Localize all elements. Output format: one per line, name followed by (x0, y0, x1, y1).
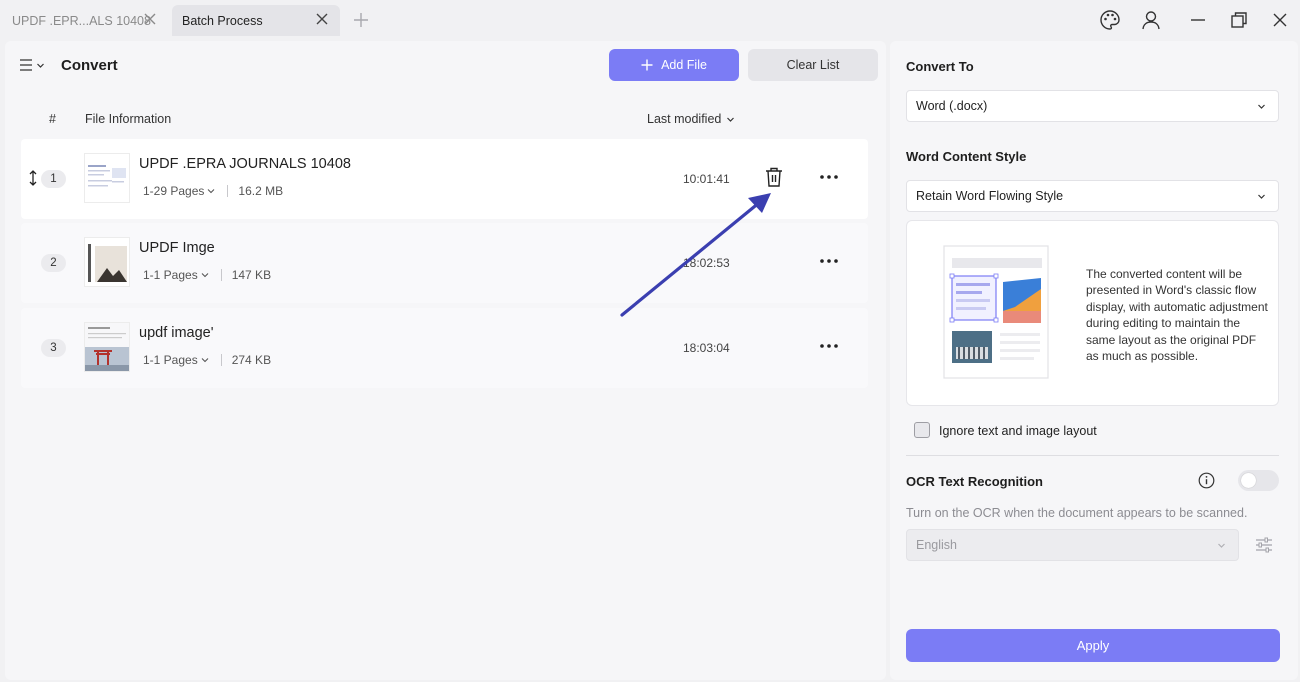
trash-icon[interactable] (764, 166, 784, 188)
apply-button[interactable]: Apply (906, 629, 1280, 662)
tab-document[interactable]: UPDF .EPR...ALS 10408 (2, 5, 168, 36)
file-meta: 1-1 Pages 274 KB (143, 353, 271, 367)
page-range-dropdown[interactable]: 1-1 Pages (143, 268, 209, 282)
file-size: 147 KB (231, 268, 272, 282)
apply-label: Apply (1076, 638, 1110, 653)
row-index: 2 (41, 254, 66, 272)
user-account-icon[interactable] (1140, 9, 1162, 31)
file-size: 274 KB (231, 353, 272, 367)
divider (906, 455, 1279, 456)
page-range-label: 1-1 Pages (143, 353, 198, 367)
file-name: updf image' (139, 325, 214, 341)
plus-icon (641, 59, 653, 71)
page-title: Convert (61, 57, 118, 74)
menu-icon (20, 59, 32, 71)
ignore-layout-label: Ignore text and image layout (939, 424, 1097, 438)
file-name: UPDF Imge (139, 240, 215, 256)
divider (227, 185, 229, 197)
more-options-icon[interactable] (818, 253, 840, 269)
modified-time: 18:03:04 (683, 341, 730, 355)
table-row[interactable]: 1 UPDF .EPRA JOURNALS 10408 1-29 Pages 1… (21, 139, 868, 219)
file-thumbnail (84, 153, 130, 203)
clear-list-label: Clear List (786, 58, 840, 72)
restore-icon[interactable] (1228, 9, 1250, 31)
chevron-down-icon (1218, 543, 1225, 548)
chevron-down-icon (727, 117, 735, 122)
sort-last-modified[interactable]: Last modified (647, 112, 735, 126)
chevron-down-icon (208, 189, 215, 194)
page-range-dropdown[interactable]: 1-29 Pages (143, 184, 215, 198)
title-bar: UPDF .EPR...ALS 10408 Batch Process (0, 0, 1300, 40)
convert-to-label: Convert To (906, 59, 974, 74)
convert-to-value: Word (.docx) (916, 99, 988, 113)
info-icon[interactable] (1198, 472, 1215, 489)
convert-to-select[interactable]: Word (.docx) (906, 90, 1279, 122)
tab-document-label: UPDF .EPR...ALS 10408 (12, 13, 151, 28)
content-style-select[interactable]: Retain Word Flowing Style (906, 180, 1279, 212)
clear-list-button[interactable]: Clear List (748, 49, 878, 81)
conversion-settings-panel: Convert To Word (.docx) Word Content Sty… (890, 41, 1298, 680)
file-list-panel: Convert Add File Clear List # File Infor… (5, 41, 886, 680)
row-index: 3 (41, 339, 66, 357)
minimize-icon[interactable] (1187, 9, 1209, 31)
column-header-file-info: File Information (85, 112, 172, 126)
column-header-last-modified: Last modified (647, 112, 722, 126)
file-size: 16.2 MB (238, 184, 284, 198)
ignore-layout-checkbox[interactable] (914, 422, 930, 438)
table-row[interactable]: 3 updf image' 1-1 Pages 274 KB 18:03:04 (21, 308, 868, 388)
content-style-label: Word Content Style (906, 149, 1027, 164)
close-icon[interactable] (142, 11, 158, 27)
more-options-icon[interactable] (818, 338, 840, 354)
sliders-icon[interactable] (1254, 535, 1274, 555)
content-style-value: Retain Word Flowing Style (916, 189, 1064, 203)
add-tab-icon[interactable] (352, 11, 370, 29)
close-icon[interactable] (314, 11, 330, 27)
toggle-knob (1241, 473, 1256, 488)
style-description: The converted content will be presented … (1086, 267, 1268, 364)
chevron-down-icon (37, 63, 44, 68)
modified-time: 10:01:41 (683, 172, 730, 186)
tab-batch-process-label: Batch Process (182, 13, 263, 28)
file-meta: 1-29 Pages 16.2 MB (143, 184, 283, 198)
page-range-label: 1-1 Pages (143, 268, 198, 282)
ocr-hint: Turn on the OCR when the document appear… (906, 506, 1248, 520)
more-options-icon[interactable] (818, 169, 840, 185)
file-name: UPDF .EPRA JOURNALS 10408 (139, 156, 351, 172)
file-thumbnail (84, 322, 130, 372)
flowing-layout-illustration (943, 245, 1049, 379)
divider (220, 269, 222, 281)
close-window-icon[interactable] (1269, 9, 1291, 31)
chevron-down-icon (201, 358, 209, 363)
chevron-down-icon (1258, 104, 1265, 109)
chevron-down-icon (201, 273, 209, 278)
style-preview-card: The converted content will be presented … (906, 220, 1279, 406)
column-header-index: # (49, 112, 56, 126)
menu-toggle-button[interactable] (19, 56, 49, 74)
add-file-button[interactable]: Add File (609, 49, 739, 81)
chevron-down-icon (1258, 194, 1265, 199)
ocr-language-select[interactable]: English (906, 529, 1239, 561)
ocr-toggle[interactable] (1238, 470, 1279, 491)
modified-time: 18:02:53 (683, 256, 730, 270)
file-meta: 1-1 Pages 147 KB (143, 268, 271, 282)
page-range-dropdown[interactable]: 1-1 Pages (143, 353, 209, 367)
divider (220, 354, 222, 366)
add-file-label: Add File (661, 58, 707, 72)
ocr-label: OCR Text Recognition (906, 474, 1043, 489)
file-thumbnail (84, 237, 130, 287)
drag-handle-icon[interactable] (27, 169, 39, 187)
ocr-language-value: English (916, 538, 957, 552)
table-row[interactable]: 2 UPDF Imge 1-1 Pages 147 KB 18:02:53 (21, 223, 868, 303)
row-index: 1 (41, 170, 66, 188)
page-range-label: 1-29 Pages (143, 184, 205, 198)
tab-batch-process[interactable]: Batch Process (172, 5, 340, 36)
theme-palette-icon[interactable] (1099, 9, 1121, 31)
